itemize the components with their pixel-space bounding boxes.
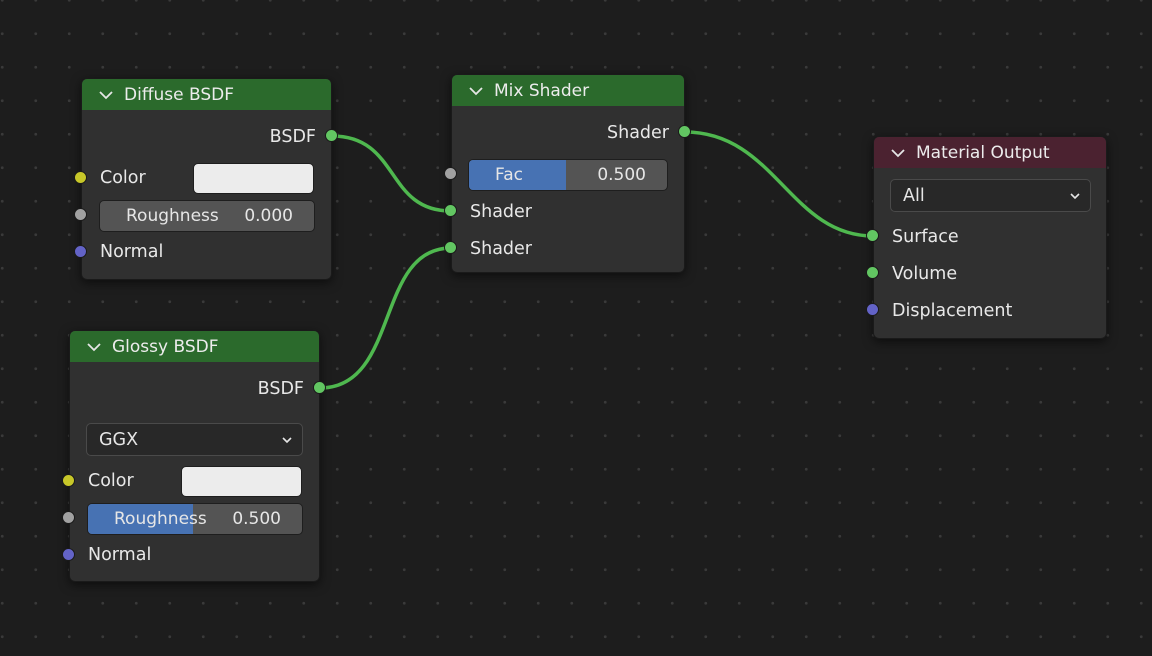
node-title: Glossy BSDF: [112, 336, 219, 357]
socket-diffuse-normal-in[interactable]: [74, 245, 87, 258]
input-surface-row: Surface: [874, 222, 1106, 252]
node-glossy-bsdf[interactable]: Glossy BSDF BSDF GGX Color Roughness 0.5…: [69, 330, 320, 582]
input-shader-1-row: Shader: [452, 197, 684, 227]
slider-value: 0.500: [232, 509, 281, 529]
chevron-down-icon: [1070, 193, 1080, 200]
link-diffuse-to-mix[interactable]: [331, 134, 452, 213]
node-header[interactable]: Mix Shader: [452, 75, 684, 106]
input-displacement-label: Displacement: [892, 301, 1013, 321]
input-displacement-row: Displacement: [874, 296, 1106, 326]
socket-mix-shader-out[interactable]: [678, 125, 691, 138]
input-color-label: Color: [88, 471, 134, 491]
chevron-down-icon[interactable]: [98, 87, 114, 103]
socket-output-surface-in[interactable]: [866, 229, 879, 242]
input-normal-label: Normal: [100, 242, 164, 262]
node-header[interactable]: Diffuse BSDF: [82, 79, 331, 110]
node-material-output[interactable]: Material Output All Surface Volume Displ…: [873, 136, 1107, 339]
chevron-down-icon[interactable]: [86, 339, 102, 355]
output-bsdf-row: BSDF: [82, 122, 331, 152]
input-normal-label: Normal: [88, 545, 152, 565]
slider-label: Roughness: [126, 206, 219, 226]
fac-slider[interactable]: Fac 0.500: [468, 159, 668, 191]
link-glossy-to-mix[interactable]: [319, 246, 452, 390]
socket-glossy-roughness-in[interactable]: [62, 511, 75, 524]
node-title: Mix Shader: [494, 80, 590, 101]
node-header[interactable]: Material Output: [874, 137, 1106, 168]
slider-label: Roughness: [114, 509, 207, 529]
socket-glossy-color-in[interactable]: [62, 474, 75, 487]
color-swatch[interactable]: [193, 163, 314, 194]
socket-mix-fac-in[interactable]: [444, 167, 457, 180]
input-surface-label: Surface: [892, 227, 959, 247]
node-title: Material Output: [916, 142, 1050, 163]
socket-output-displacement-in[interactable]: [866, 303, 879, 316]
input-volume-label: Volume: [892, 264, 958, 284]
input-volume-row: Volume: [874, 259, 1106, 289]
chevron-down-icon[interactable]: [890, 145, 906, 161]
output-bsdf-label: BSDF: [257, 379, 304, 399]
output-shader-row: Shader: [452, 118, 684, 148]
input-shader-2-label: Shader: [470, 239, 532, 259]
chevron-down-icon[interactable]: [468, 83, 484, 99]
socket-glossy-bsdf-out[interactable]: [313, 381, 326, 394]
socket-mix-shader-2-in[interactable]: [444, 241, 457, 254]
slider-label: Fac: [495, 165, 523, 185]
roughness-slider[interactable]: Roughness 0.500: [87, 503, 303, 535]
input-color-label: Color: [100, 168, 146, 188]
input-shader-2-row: Shader: [452, 234, 684, 264]
node-mix-shader[interactable]: Mix Shader Shader Fac 0.500 Shader Shade…: [451, 74, 685, 273]
link-mix-to-output[interactable]: [684, 130, 874, 238]
node-header[interactable]: Glossy BSDF: [70, 331, 319, 362]
target-dropdown[interactable]: All: [890, 179, 1091, 212]
color-swatch[interactable]: [181, 466, 302, 497]
socket-diffuse-roughness-in[interactable]: [74, 208, 87, 221]
output-bsdf-row: BSDF: [70, 374, 319, 404]
socket-output-volume-in[interactable]: [866, 266, 879, 279]
socket-diffuse-color-in[interactable]: [74, 171, 87, 184]
dropdown-value: GGX: [99, 429, 139, 450]
slider-value: 0.000: [244, 206, 293, 226]
output-bsdf-label: BSDF: [269, 127, 316, 147]
socket-diffuse-bsdf-out[interactable]: [325, 129, 338, 142]
input-normal-row: Normal: [82, 237, 331, 267]
input-shader-1-label: Shader: [470, 202, 532, 222]
node-title: Diffuse BSDF: [124, 84, 235, 105]
slider-value: 0.500: [597, 165, 646, 185]
input-normal-row: Normal: [70, 540, 319, 570]
roughness-slider[interactable]: Roughness 0.000: [99, 200, 315, 232]
socket-mix-shader-1-in[interactable]: [444, 204, 457, 217]
dropdown-value: All: [903, 185, 925, 206]
output-shader-label: Shader: [607, 123, 669, 143]
node-diffuse-bsdf[interactable]: Diffuse BSDF BSDF Color Roughness 0.000 …: [81, 78, 332, 280]
chevron-down-icon: [282, 437, 292, 444]
socket-glossy-normal-in[interactable]: [62, 548, 75, 561]
distribution-dropdown[interactable]: GGX: [86, 423, 303, 456]
